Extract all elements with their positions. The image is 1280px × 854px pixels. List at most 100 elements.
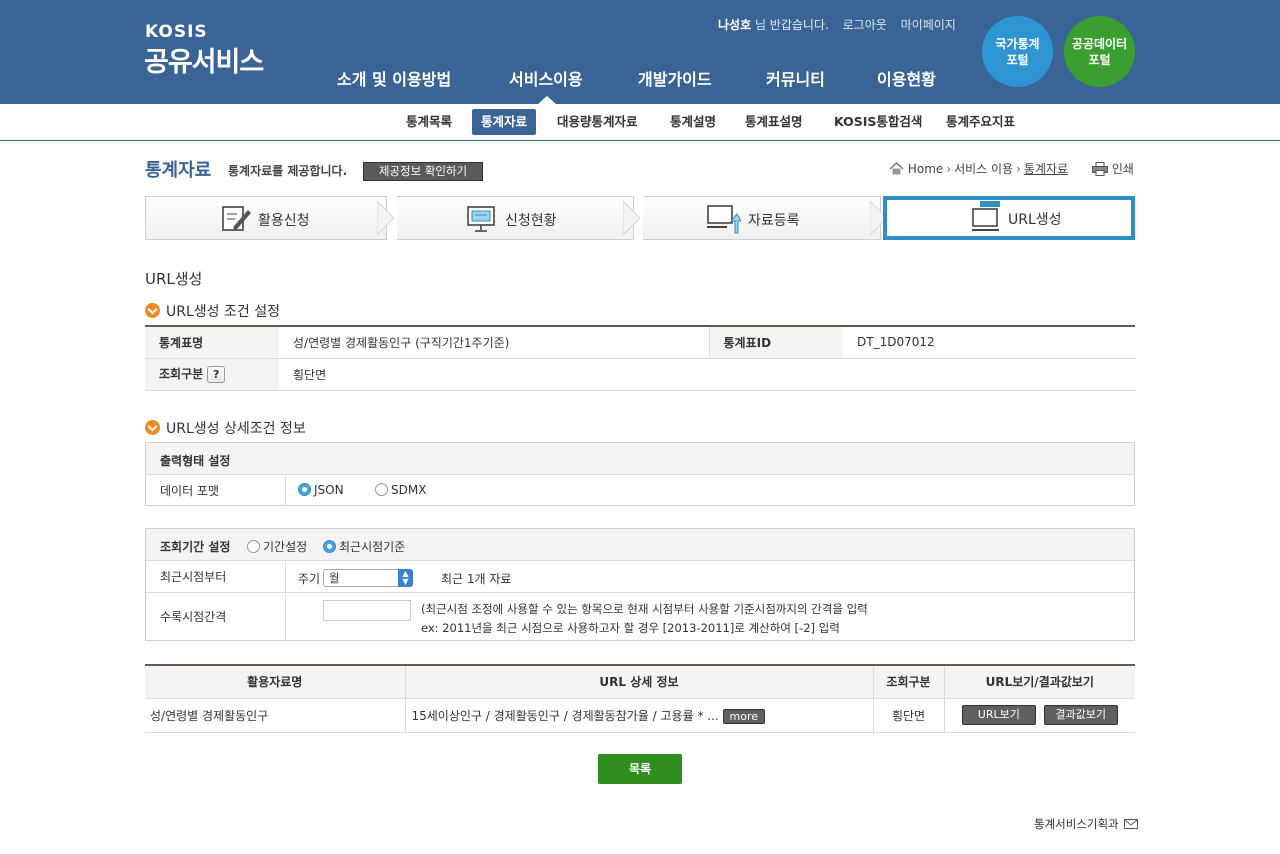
- detail-section-title[interactable]: URL생성 상세조건 정보: [145, 418, 306, 438]
- breadcrumb: Home › 서비스 이용 › 통계자료: [889, 160, 1068, 177]
- step-url-generate-label: URL생성: [1008, 212, 1062, 228]
- monitor-list-icon: [467, 206, 495, 232]
- breadcrumb-current[interactable]: 통계자료: [1024, 162, 1068, 176]
- print-icon: [1092, 162, 1108, 176]
- result-table: 활용자료명 URL 상세 정보 조회구분 URL보기/결과값보기 성/연령별 경…: [145, 664, 1135, 733]
- step-separator-icon: [623, 200, 641, 236]
- subnav-stat-data[interactable]: 통계자료: [472, 109, 537, 135]
- query-type-header: 조회구분?: [145, 358, 279, 391]
- format-sdmx-option[interactable]: SDMX: [375, 483, 426, 497]
- upload-monitor-icon: [707, 205, 741, 234]
- footer-contact-link[interactable]: 통계서비스기획과: [1034, 816, 1139, 832]
- recent-row: 최근시점부터 주기 월 ▲ ▼ 최근 1개 자료: [146, 561, 1134, 593]
- mypage-link[interactable]: 마이페이지: [901, 18, 956, 32]
- table-name-value: 성/연령별 경제활동인구 (구직기간1주기준): [279, 326, 710, 359]
- condition-table: 통계표명 성/연령별 경제활동인구 (구직기간1주기준) 통계표ID DT_1D…: [145, 325, 1135, 391]
- interval-label: 수록시점간격: [146, 593, 286, 640]
- public-data-portal-button[interactable]: 공공데이터 포털: [1064, 16, 1135, 87]
- period-range-label: 기간설정: [263, 540, 308, 554]
- gnb-active-indicator: [538, 96, 556, 104]
- output-format-box: 출력형태 설정 데이터 포맷 JSON SDMX: [145, 442, 1135, 506]
- url-view-button[interactable]: URL보기: [961, 705, 1036, 725]
- step-register[interactable]: 자료등록: [643, 196, 881, 240]
- user-name: 나성호: [718, 18, 752, 32]
- collapse-icon: [145, 420, 160, 435]
- subnav-stat-desc[interactable]: 통계설명: [661, 109, 725, 135]
- col-header-name: 활용자료명: [145, 665, 406, 699]
- help-button[interactable]: ?: [207, 366, 226, 383]
- interval-help-text: (최근시점 조정에 사용할 수 있는 항목으로 현재 시점부터 사용할 기준시점…: [421, 600, 868, 638]
- interval-input[interactable]: [323, 600, 411, 621]
- interval-help-line1: (최근시점 조정에 사용할 수 있는 항목으로 현재 시점부터 사용할 기준시점…: [421, 602, 868, 616]
- period-title-row: 조회기간 설정 기간설정 최근시점기준: [146, 529, 1134, 561]
- page-description: 통계자료를 제공합니다.: [228, 164, 348, 178]
- table-id-header: 통계표ID: [709, 326, 843, 359]
- interval-row: 수록시점간격 (최근시점 조정에 사용할 수 있는 항목으로 현재 시점부터 사…: [146, 593, 1134, 640]
- logo-kosis[interactable]: KOSIS: [145, 22, 208, 42]
- radio-unchecked-icon[interactable]: [375, 483, 388, 496]
- row-query-type: 횡단면: [873, 698, 945, 733]
- output-format-title: 출력형태 설정: [160, 454, 231, 468]
- query-type-label: 조회구분: [159, 367, 204, 381]
- select-arrows-icon: ▲ ▼: [398, 569, 413, 587]
- subnav-key-indicators[interactable]: 통계주요지표: [937, 109, 1024, 135]
- collapse-icon: [145, 303, 160, 318]
- subnav-bulk-data[interactable]: 대용량통계자료: [548, 109, 647, 135]
- header: KOSIS 공유서비스 나성호 님 반갑습니다. 로그아웃 마이페이지 소개 및…: [0, 0, 1280, 104]
- condition-section-title[interactable]: URL생성 조건 설정: [145, 301, 280, 321]
- step-apply[interactable]: 활용신청: [145, 196, 387, 240]
- col-header-query-type: 조회구분: [873, 665, 945, 699]
- mail-icon: [1124, 819, 1139, 829]
- step-url-generate[interactable]: URL생성: [883, 196, 1135, 240]
- format-json-option[interactable]: JSON: [298, 483, 344, 497]
- cycle-select[interactable]: 월 ▲ ▼: [323, 569, 413, 587]
- global-nav: 소개 및 이용방법 서비스이용 개발가이드 커뮤니티 이용현황: [0, 66, 1000, 90]
- row-actions: URL보기 결과값보기: [944, 698, 1135, 733]
- row-url-detail: 15세이상인구 / 경제활동인구 / 경제활동참가율 / 고용률 * ... m…: [405, 698, 874, 733]
- result-view-button[interactable]: 결과값보기: [1043, 705, 1118, 725]
- url-monitor-icon: [972, 201, 1000, 231]
- recent-label: 최근시점부터: [146, 561, 286, 592]
- gnb-community[interactable]: 커뮤니티: [766, 66, 825, 90]
- radio-checked-icon[interactable]: [298, 483, 311, 496]
- result-header-row: 활용자료명 URL 상세 정보 조회구분 URL보기/결과값보기: [145, 665, 1135, 699]
- provide-info-button[interactable]: 제공정보 확인하기: [363, 162, 483, 181]
- footer-contact-label: 통계서비스기획과: [1034, 817, 1119, 831]
- more-button[interactable]: more: [722, 708, 766, 724]
- user-area: 나성호 님 반갑습니다. 로그아웃 마이페이지: [718, 16, 956, 33]
- home-icon: [889, 161, 904, 175]
- col-header-url-detail: URL 상세 정보: [405, 665, 874, 699]
- logout-link[interactable]: 로그아웃: [843, 18, 887, 32]
- row-name: 성/연령별 경제활동인구: [145, 698, 406, 733]
- subnav-stat-list[interactable]: 통계목록: [397, 109, 461, 135]
- gnb-intro[interactable]: 소개 및 이용방법: [337, 66, 451, 90]
- cycle-label: 주기: [298, 572, 321, 586]
- sub-nav: 통계목록 통계자료 대용량통계자료 통계설명 통계표설명 KOSIS통합검색 통…: [0, 104, 1280, 141]
- gnb-devguide[interactable]: 개발가이드: [638, 66, 712, 90]
- interval-help-line2: ex: 2011년을 최근 시점으로 사용하고자 할 경우 [2013-2011…: [421, 621, 840, 635]
- radio-checked-icon[interactable]: [323, 540, 336, 553]
- gnb-usage[interactable]: 이용현황: [877, 66, 936, 90]
- period-recent-label: 최근시점기준: [339, 540, 406, 554]
- period-recent-option[interactable]: 최근시점기준: [323, 538, 405, 555]
- detail-section-label: URL생성 상세조건 정보: [166, 421, 306, 437]
- step-status[interactable]: 신청현황: [397, 196, 634, 240]
- list-button[interactable]: 목록: [598, 754, 682, 784]
- table-id-value: DT_1D07012: [843, 326, 1135, 359]
- table-name-header: 통계표명: [145, 326, 279, 359]
- national-stats-portal-button[interactable]: 국가통계 포털: [982, 16, 1053, 87]
- table-row: 성/연령별 경제활동인구 15세이상인구 / 경제활동인구 / 경제활동참가율 …: [145, 698, 1135, 733]
- subnav-table-desc[interactable]: 통계표설명: [736, 109, 812, 135]
- greeting-text: 님 반갑습니다.: [751, 18, 829, 32]
- data-format-row: 데이터 포맷 JSON SDMX: [146, 475, 1134, 505]
- radio-unchecked-icon[interactable]: [247, 540, 260, 553]
- breadcrumb-service[interactable]: 서비스 이용: [954, 162, 1013, 176]
- step-apply-label: 활용신청: [258, 213, 310, 229]
- subnav-kosis-search[interactable]: KOSIS통합검색: [825, 109, 931, 135]
- col-header-actions: URL보기/결과값보기: [944, 665, 1135, 699]
- period-range-option[interactable]: 기간설정: [247, 538, 307, 555]
- print-button[interactable]: 인쇄: [1092, 160, 1134, 177]
- breadcrumb-home[interactable]: Home: [908, 162, 943, 176]
- row-url-detail-text: 15세이상인구 / 경제활동인구 / 경제활동참가율 / 고용률 * ...: [411, 708, 719, 723]
- gnb-service[interactable]: 서비스이용: [509, 66, 583, 90]
